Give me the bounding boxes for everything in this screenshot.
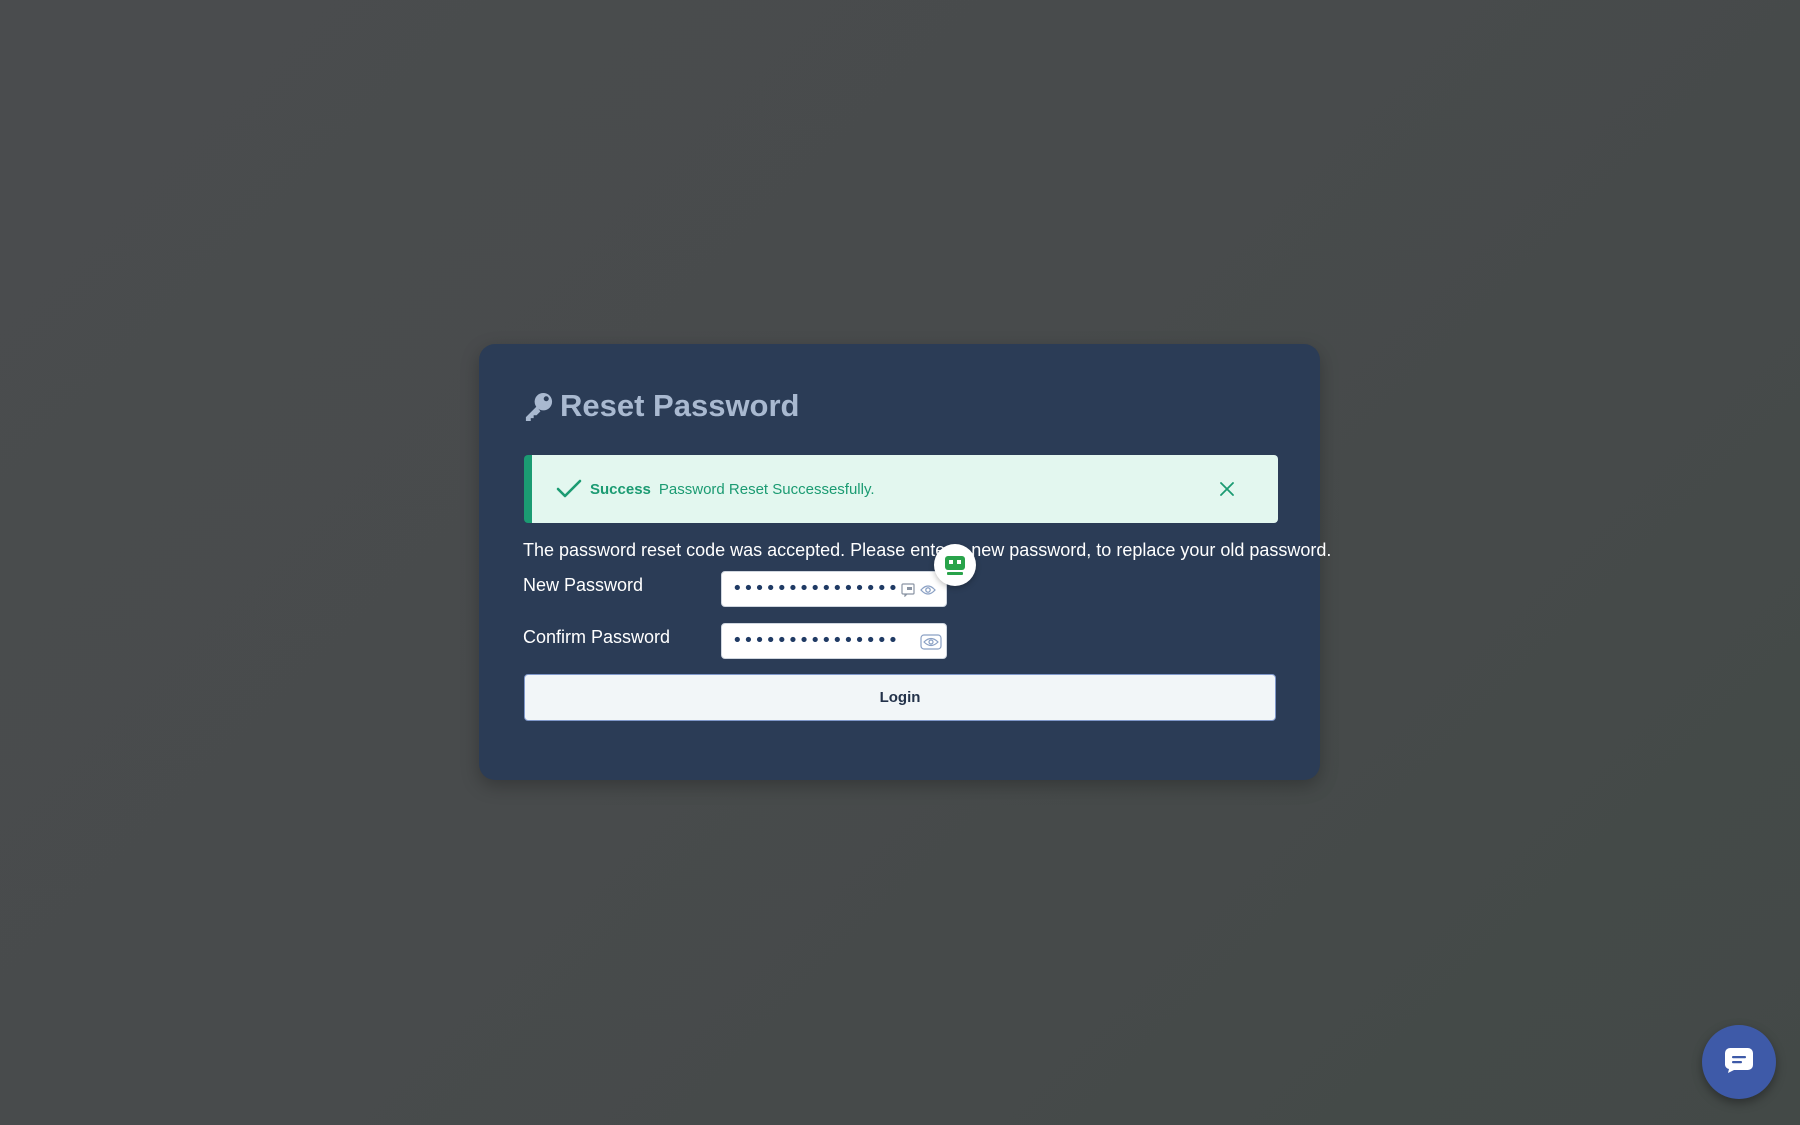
- checkmark-icon: [556, 479, 582, 499]
- password-helper-icon[interactable]: [934, 544, 976, 586]
- success-alert: Success Password Reset Successesfully.: [524, 455, 1278, 523]
- instruction-text: The password reset code was accepted. Pl…: [523, 540, 1332, 560]
- eye-icon[interactable]: [920, 634, 942, 650]
- chat-launcher-button[interactable]: [1702, 1025, 1776, 1099]
- key-icon: [523, 391, 554, 422]
- card-header: Reset Password: [523, 388, 800, 424]
- eye-icon[interactable]: [920, 582, 936, 598]
- confirm-password-value: •••••••••••••••: [732, 630, 899, 651]
- new-password-value: •••••••••••••••: [732, 578, 899, 599]
- confirm-password-field[interactable]: •••••••••••••••: [721, 623, 947, 659]
- page-title: Reset Password: [560, 388, 800, 423]
- confirm-password-label: Confirm Password: [523, 627, 671, 647]
- chat-bubble-icon: [1724, 1047, 1754, 1078]
- alert-message: Password Reset Successesfully.: [658, 480, 875, 498]
- password-manager-icon[interactable]: [900, 582, 916, 598]
- close-icon[interactable]: [1216, 478, 1238, 500]
- login-button[interactable]: Login: [524, 674, 1276, 721]
- alert-title: Success: [590, 480, 651, 498]
- reset-password-card: Reset Password Success Password Reset Su…: [479, 344, 1331, 780]
- new-password-label: New Password: [523, 575, 644, 595]
- new-password-field[interactable]: •••••••••••••••: [721, 571, 947, 607]
